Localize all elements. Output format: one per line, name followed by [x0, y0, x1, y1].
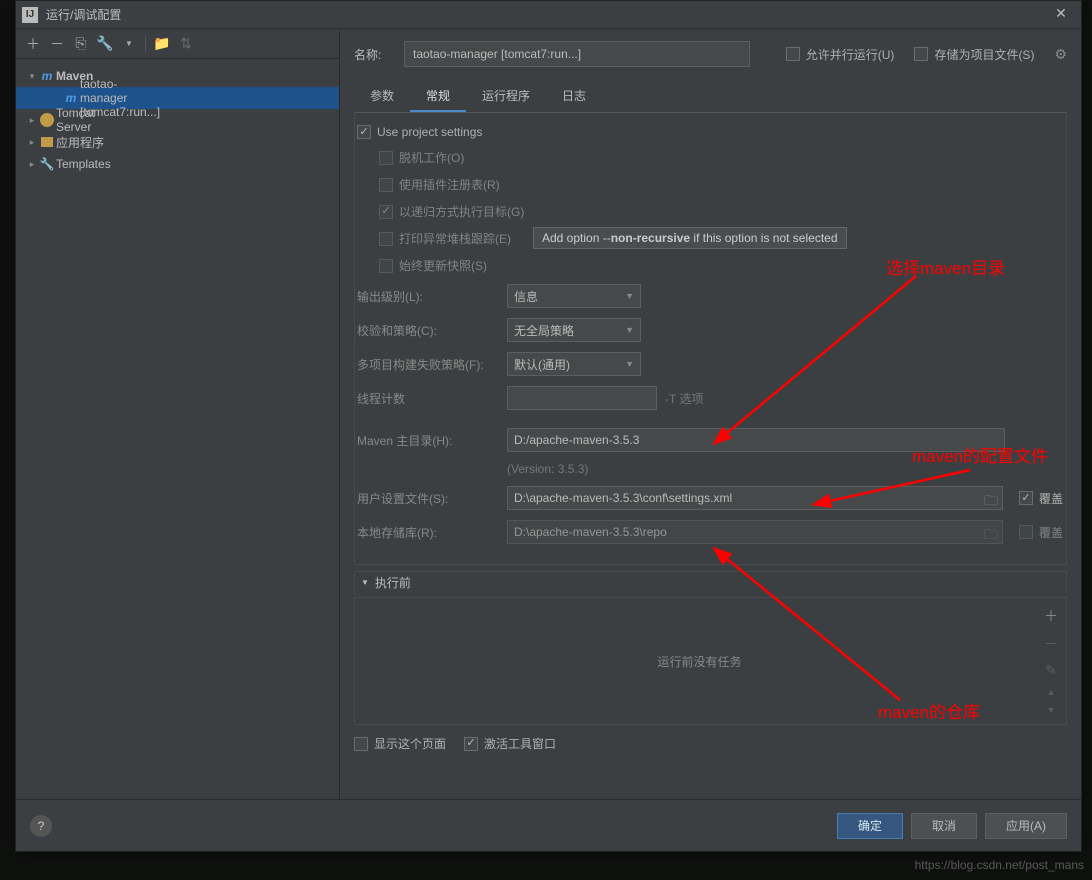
add-task-button[interactable]: ＋ — [1044, 606, 1058, 626]
output-level-select[interactable]: 信息▼ — [507, 284, 641, 308]
ok-button[interactable]: 确定 — [837, 813, 903, 839]
output-level-label: 输出级别(L): — [357, 288, 507, 305]
close-icon[interactable]: ✕ — [1041, 5, 1081, 22]
browse-icon[interactable]: 🗀 — [984, 524, 998, 548]
checksum-policy-select[interactable]: 无全局策略▼ — [507, 318, 641, 342]
watermark-text: https://blog.csdn.net/post_mans — [915, 858, 1084, 872]
move-up-button[interactable]: ▲ — [1047, 687, 1056, 697]
print-stacktrace-checkbox[interactable]: 打印异常堆栈跟踪(E) — [379, 230, 511, 247]
config-tabs: 参数 常规 运行程序 日志 — [354, 81, 1067, 113]
browse-icon[interactable]: 🗀 — [984, 490, 998, 514]
maven-version-text: (Version: 3.5.3) — [507, 462, 588, 476]
dropdown-button[interactable]: ▼ — [118, 33, 140, 55]
tab-general[interactable]: 常规 — [410, 81, 466, 112]
gear-icon[interactable]: ⚙ — [1054, 46, 1067, 63]
window-title: 运行/调试配置 — [46, 6, 1075, 23]
tree-node-tomcat[interactable]: ▸ Tomcat Server — [16, 109, 339, 131]
before-launch-box: 运行前没有任务 ＋ － ✎ ▲ ▼ — [354, 597, 1067, 725]
use-project-settings-checkbox[interactable]: Use project settings — [357, 125, 482, 139]
remove-task-button[interactable]: － — [1044, 634, 1058, 654]
add-config-button[interactable]: ＋ — [22, 33, 44, 55]
settings-button[interactable]: 🔧 — [94, 33, 116, 55]
override-local-repo-checkbox[interactable]: 覆盖 — [1019, 524, 1063, 541]
config-detail-panel: 名称: taotao-manager [tomcat7:run...] 允许并行… — [340, 29, 1081, 799]
thread-count-label: 线程计数 — [357, 390, 507, 407]
recursive-checkbox[interactable]: 以递归方式执行目标(G) — [379, 203, 524, 220]
help-button[interactable]: ? — [30, 815, 52, 837]
tree-node-templates[interactable]: ▸🔧 Templates — [16, 153, 339, 175]
recursive-tooltip: Add option --non-recursive if this optio… — [533, 227, 847, 249]
local-repo-label: 本地存储库(R): — [357, 524, 507, 541]
apply-button[interactable]: 应用(A) — [985, 813, 1067, 839]
config-tree[interactable]: ▾m Maven m taotao-manager [tomcat7:run..… — [16, 59, 339, 799]
edit-task-button[interactable]: ✎ — [1045, 662, 1057, 679]
allow-parallel-checkbox[interactable]: 允许并行运行(U) — [786, 46, 895, 63]
user-settings-label: 用户设置文件(S): — [357, 490, 507, 507]
plugin-registry-checkbox[interactable]: 使用插件注册表(R) — [379, 176, 500, 193]
remove-config-button[interactable]: － — [46, 33, 68, 55]
tab-runner[interactable]: 运行程序 — [466, 81, 546, 112]
maven-home-input[interactable]: D:/apache-maven-3.5.3 — [507, 428, 1005, 452]
show-this-page-checkbox[interactable]: 显示这个页面 — [354, 735, 446, 752]
store-as-project-file-checkbox[interactable]: 存储为项目文件(S) — [914, 46, 1034, 63]
config-name-input[interactable]: taotao-manager [tomcat7:run...] — [404, 41, 750, 67]
app-icon: IJ — [22, 7, 38, 23]
thread-count-hint: -T 选项 — [665, 390, 703, 407]
user-settings-input[interactable]: D:\apache-maven-3.5.3\conf\settings.xml … — [507, 486, 1003, 510]
tree-node-application[interactable]: ▸ 应用程序 — [16, 131, 339, 153]
config-tree-sidebar: ＋ － ⎘ 🔧 ▼ 📁 ⇅ ▾m Maven m taotao-manager … — [16, 29, 340, 799]
checksum-policy-label: 校验和策略(C): — [357, 322, 507, 339]
before-launch-header[interactable]: ▼执行前 — [354, 571, 1067, 593]
tree-node-maven[interactable]: ▾m Maven — [16, 65, 339, 87]
folder-button[interactable]: 📁 — [151, 33, 173, 55]
move-down-button[interactable]: ▼ — [1047, 705, 1056, 715]
before-launch-empty-text: 运行前没有任务 — [359, 602, 1040, 720]
tab-parameters[interactable]: 参数 — [354, 81, 410, 112]
titlebar: IJ 运行/调试配置 ✕ — [16, 1, 1081, 29]
dialog-button-bar: ? 确定 取消 应用(A) — [16, 799, 1081, 851]
tab-logs[interactable]: 日志 — [546, 81, 602, 112]
always-update-snapshots-checkbox[interactable]: 始终更新快照(S) — [379, 257, 487, 274]
sort-button[interactable]: ⇅ — [175, 33, 197, 55]
run-debug-config-dialog: IJ 运行/调试配置 ✕ ＋ － ⎘ 🔧 ▼ 📁 ⇅ ▾m Maven — [15, 0, 1082, 852]
activate-tool-window-checkbox[interactable]: 激活工具窗口 — [464, 735, 556, 752]
thread-count-input[interactable] — [507, 386, 657, 410]
multi-project-fail-label: 多项目构建失败策略(F): — [357, 356, 507, 373]
copy-config-button[interactable]: ⎘ — [70, 33, 92, 55]
cancel-button[interactable]: 取消 — [911, 813, 977, 839]
override-user-settings-checkbox[interactable]: 覆盖 — [1019, 490, 1063, 507]
name-label: 名称: — [354, 46, 404, 63]
offline-work-checkbox[interactable]: 脱机工作(O) — [379, 149, 464, 166]
tree-toolbar: ＋ － ⎘ 🔧 ▼ 📁 ⇅ — [16, 29, 339, 59]
multi-project-fail-select[interactable]: 默认(通用)▼ — [507, 352, 641, 376]
local-repo-input[interactable]: D:\apache-maven-3.5.3\repo 🗀 — [507, 520, 1003, 544]
maven-home-label: Maven 主目录(H): — [357, 432, 507, 449]
